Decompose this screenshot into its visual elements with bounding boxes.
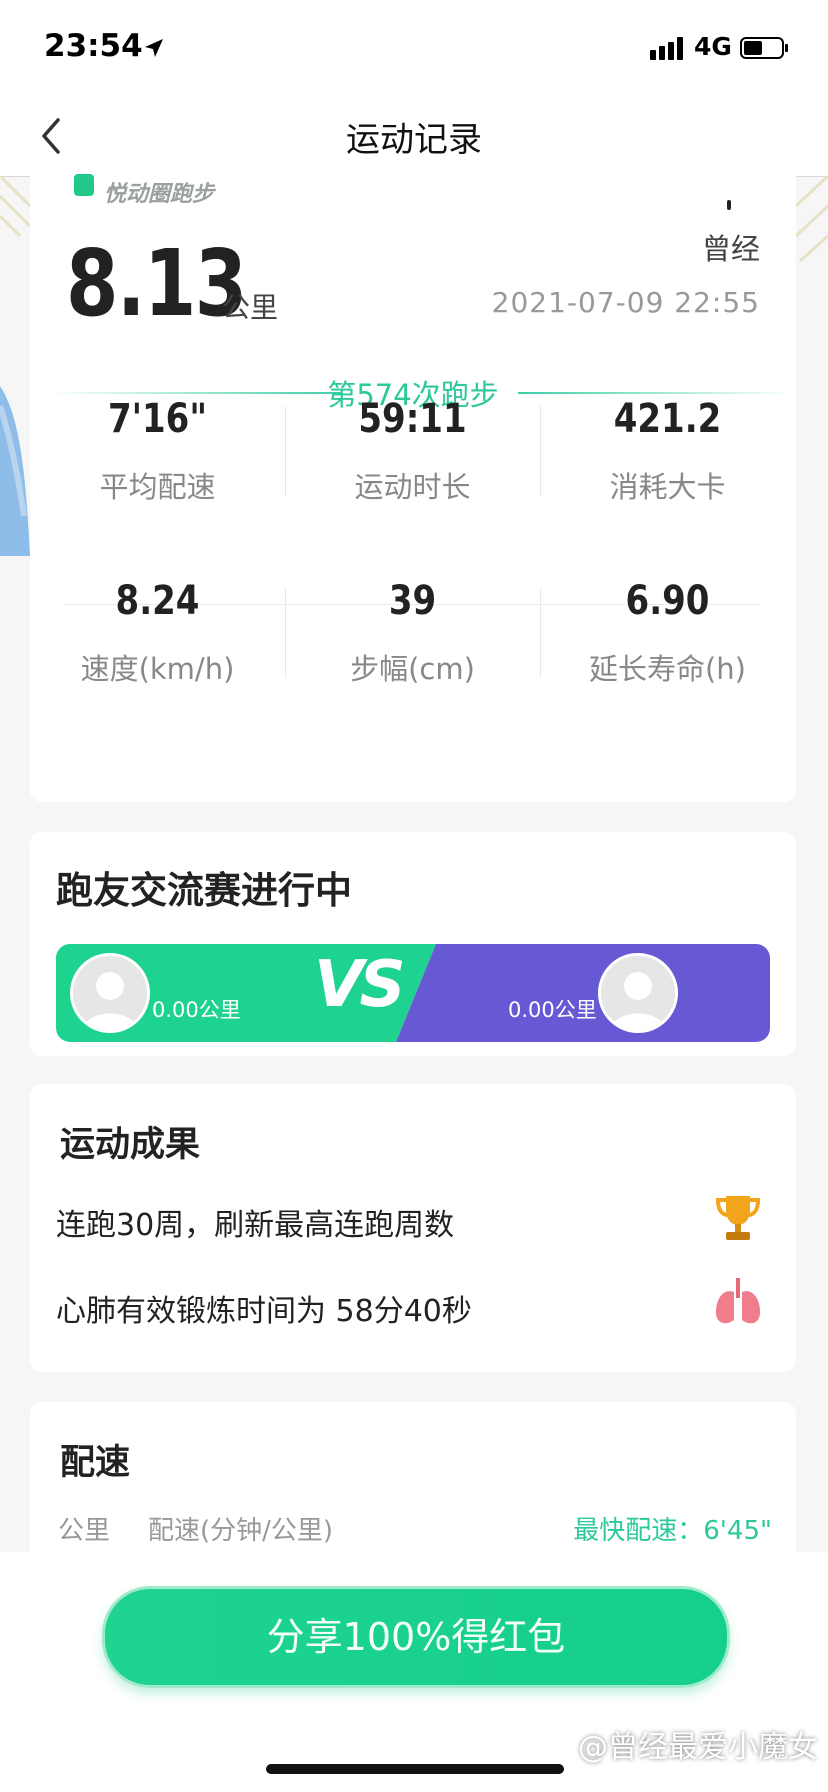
lungs-icon: [716, 1278, 760, 1324]
pace-title: 配速: [60, 1443, 131, 1483]
home-indicator[interactable]: [266, 1764, 564, 1774]
status-time: 23:54: [44, 28, 143, 64]
status-bar: 23:54 4G: [0, 0, 828, 100]
run-summary-card: 悦动圈跑步 8.13 公里 曾经 2021-07-09 22:55 第574次跑…: [30, 174, 796, 802]
watermark: @曾经最爱小魔女: [578, 1730, 818, 1765]
achievements-card: 运动成果 连跑30周，刷新最高连跑周数 心肺有效锻炼时间为 58分40秒: [30, 1084, 796, 1372]
stat-stride: 39 步幅(cm): [285, 578, 540, 688]
trophy-icon: [715, 1196, 761, 1240]
left-avatar[interactable]: [70, 953, 150, 1033]
run-datetime: 2021-07-09 22:55: [491, 286, 760, 319]
vs-bar[interactable]: 0.00公里 VS 0.00公里: [56, 944, 770, 1042]
user-marker-icon: [727, 200, 731, 210]
stat-label: 消耗大卡: [609, 470, 726, 504]
right-distance: 0.00公里: [508, 998, 597, 1022]
stat-label: 速度(km/h): [80, 652, 235, 686]
stat-avg-pace: 7'16" 平均配速: [30, 396, 285, 506]
right-avatar[interactable]: [598, 953, 678, 1033]
stat-value: 6.90: [625, 578, 710, 624]
stat-value: 59:11: [358, 396, 467, 442]
user-silhouette-icon: [83, 972, 137, 1030]
stat-label: 平均配速: [99, 470, 216, 504]
nav-bar: 运动记录: [0, 100, 828, 177]
signal-icon: [650, 37, 683, 60]
vs-label: VS: [314, 948, 406, 1022]
achievement-item: 连跑30周，刷新最高连跑周数: [56, 1208, 455, 1243]
left-distance: 0.00公里: [152, 998, 241, 1022]
achievements-title: 运动成果: [60, 1125, 201, 1165]
pace-col-km: 公里: [58, 1516, 111, 1546]
location-arrow-icon: [145, 39, 163, 57]
user-silhouette-icon: [611, 972, 665, 1030]
battery-icon: [740, 37, 788, 59]
share-button[interactable]: 分享100%得红包: [102, 1586, 730, 1688]
stat-value: 7'16": [107, 396, 208, 442]
match-title: 跑友交流赛进行中: [56, 869, 352, 912]
network-type: 4G: [694, 32, 732, 61]
username: 曾经: [701, 232, 760, 266]
brand-logo-icon: [74, 174, 94, 196]
stat-calories: 421.2 消耗大卡: [540, 396, 795, 506]
stat-duration: 59:11 运动时长: [285, 396, 540, 506]
distance-unit: 公里: [222, 291, 279, 324]
page-title: 运动记录: [346, 120, 482, 160]
stat-value: 8.24: [115, 578, 200, 624]
stat-label: 延长寿命(h): [588, 652, 746, 686]
brand-name: 悦动圈跑步: [104, 182, 215, 207]
stat-value: 39: [388, 578, 437, 624]
fastest-pace: 最快配速：6'45": [573, 1516, 772, 1546]
stat-label: 运动时长: [354, 470, 471, 504]
stat-speed: 8.24 速度(km/h): [30, 578, 285, 688]
distance-value: 8.13: [66, 230, 247, 337]
achievement-item: 心肺有效锻炼时间为 58分40秒: [56, 1294, 472, 1329]
stat-value: 421.2: [613, 396, 722, 442]
runner-match-card[interactable]: 跑友交流赛进行中 0.00公里 VS 0.00公里: [30, 832, 796, 1056]
pace-card: 配速 公里 配速(分钟/公里) 最快配速：6'45": [30, 1402, 796, 1552]
pace-col-pace: 配速(分钟/公里): [148, 1516, 334, 1546]
stat-label: 步幅(cm): [350, 652, 475, 686]
stat-life-extension: 6.90 延长寿命(h): [540, 578, 795, 688]
